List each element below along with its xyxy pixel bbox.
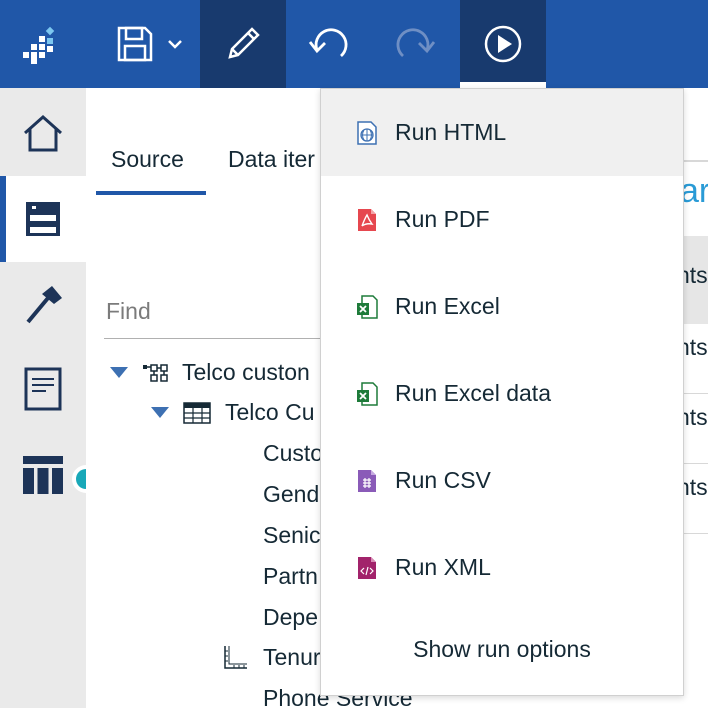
table-cell: nts xyxy=(683,262,708,288)
report-title-fragment: ar xyxy=(683,172,708,210)
run-button[interactable] xyxy=(460,0,546,88)
tree-item-label: Telco Cu xyxy=(225,399,315,425)
play-icon xyxy=(484,25,522,63)
tree-item-field[interactable]: Gend xyxy=(263,481,319,508)
tree-item-query-subject[interactable]: Telco Cu xyxy=(151,399,314,426)
show-run-options-link[interactable]: Show run options xyxy=(321,619,683,679)
menu-item-run-csv[interactable]: Run CSV xyxy=(321,437,683,524)
menu-item-label: Run PDF xyxy=(395,206,490,232)
app-logo-icon xyxy=(23,26,55,64)
menu-item-label: Run CSV xyxy=(395,467,491,493)
redo-icon xyxy=(396,28,436,58)
excel-icon xyxy=(356,294,378,319)
report-page-icon xyxy=(24,367,62,411)
run-menu: Run HTML Run PDF Run Excel Run Excel dat… xyxy=(320,88,684,696)
tree-item-label: Telco custon xyxy=(182,359,310,385)
top-toolbar xyxy=(0,0,708,88)
ruler-icon xyxy=(224,645,247,669)
tree-item-label: Custo xyxy=(263,440,324,466)
redo-button[interactable] xyxy=(372,0,458,88)
menu-item-run-xml[interactable]: Run XML xyxy=(321,524,683,611)
active-tab-indicator xyxy=(96,191,206,195)
package-icon xyxy=(143,363,168,382)
divider xyxy=(683,160,708,162)
menu-item-run-html[interactable]: Run HTML xyxy=(321,89,683,176)
excel-data-icon xyxy=(356,381,378,406)
html-globe-icon xyxy=(356,120,378,145)
menu-item-label: Run Excel data xyxy=(395,380,551,406)
tree-item-field[interactable]: Senic xyxy=(263,522,321,549)
tab-data-items[interactable]: Data iter xyxy=(228,146,315,173)
rail-item-toolbox[interactable] xyxy=(0,262,86,348)
table-icon xyxy=(23,456,63,494)
table-cell: nts xyxy=(683,334,708,360)
tree-item-label: Tenur xyxy=(263,644,321,670)
menu-item-run-pdf[interactable]: Run PDF xyxy=(321,176,683,263)
csv-icon xyxy=(356,469,378,493)
tree-item-label: Senic xyxy=(263,522,321,548)
data-source-icon xyxy=(26,202,60,236)
report-canvas: ar nts nts nts nts xyxy=(683,88,708,708)
save-icon xyxy=(117,26,153,62)
menu-item-label: Run XML xyxy=(395,554,491,580)
left-rail xyxy=(0,88,86,708)
rail-item-home[interactable] xyxy=(0,90,86,176)
rail-item-pages[interactable] xyxy=(0,346,86,432)
chevron-down-icon xyxy=(168,40,182,49)
source-panel: Source Data iter Find Telco custon Telco… xyxy=(86,88,413,711)
table-cell: nts xyxy=(683,404,708,430)
edit-button[interactable] xyxy=(200,0,286,88)
rail-item-data[interactable] xyxy=(0,176,86,262)
tab-source[interactable]: Source xyxy=(111,146,184,173)
save-menu-button[interactable] xyxy=(100,0,200,88)
tree-item-field[interactable]: Partn xyxy=(263,563,318,590)
table-grid-icon xyxy=(183,401,211,424)
tree-item-field[interactable]: Custo xyxy=(263,440,323,467)
menu-item-label: Run Excel xyxy=(395,293,500,319)
row-divider xyxy=(683,533,708,534)
table-cell: nts xyxy=(683,474,708,500)
caret-down-icon[interactable] xyxy=(151,407,169,418)
find-input-underline xyxy=(104,338,326,339)
home-icon xyxy=(24,114,62,152)
menu-item-run-excel[interactable]: Run Excel xyxy=(321,263,683,350)
tree-item-label: Partn xyxy=(263,563,318,589)
undo-icon xyxy=(308,28,348,58)
xml-icon xyxy=(356,556,378,580)
app-logo[interactable] xyxy=(0,0,86,88)
pencil-icon xyxy=(228,27,260,59)
row-divider xyxy=(683,393,708,394)
pdf-icon xyxy=(356,208,378,232)
tree-item-measure[interactable]: Tenur xyxy=(222,644,321,671)
tree-item-field[interactable]: Depe xyxy=(263,604,318,631)
tree-item-label: Depe xyxy=(263,604,318,630)
tree-item-label: Gend xyxy=(263,481,320,507)
find-input[interactable]: Find xyxy=(106,298,151,325)
tree-item-package[interactable]: Telco custon xyxy=(110,359,310,386)
caret-down-icon[interactable] xyxy=(110,367,128,378)
menu-item-label: Run HTML xyxy=(395,119,507,145)
row-divider xyxy=(683,463,708,464)
undo-button[interactable] xyxy=(286,0,372,88)
menu-item-run-excel-data[interactable]: Run Excel data xyxy=(321,350,683,437)
hammer-icon xyxy=(26,286,62,324)
